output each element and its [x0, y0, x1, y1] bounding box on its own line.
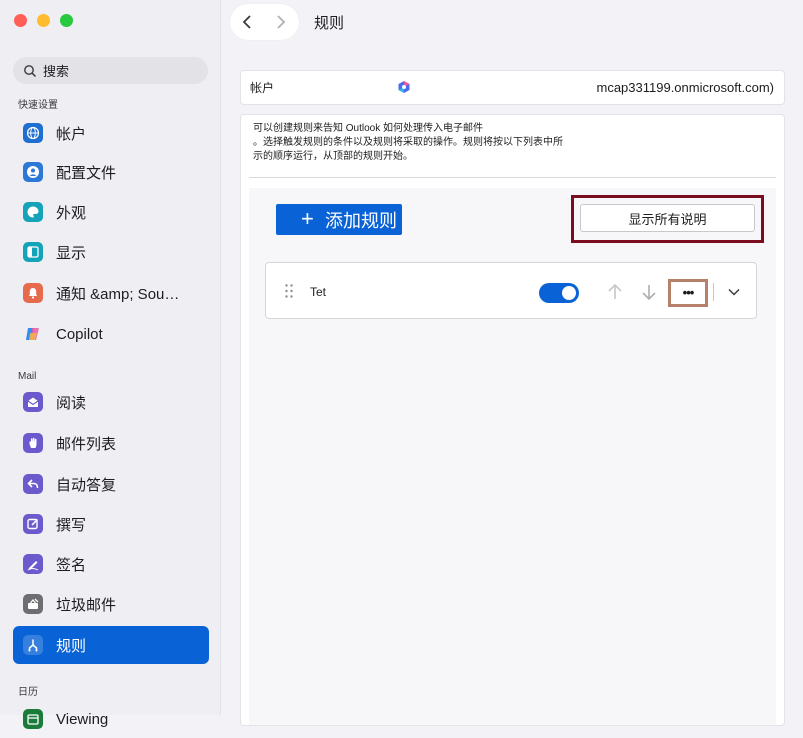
more-options-button[interactable]: •••	[675, 284, 701, 302]
calendar-icon	[23, 709, 43, 729]
divider	[249, 177, 776, 178]
copilot-icon	[23, 324, 43, 344]
rules-list-area: + 添加规则 显示所有说明 Tet •••	[249, 188, 776, 725]
sidebar-item-label: Copilot	[56, 325, 103, 343]
section-quick-settings: 快速设置	[18, 100, 58, 111]
profile-icon	[23, 162, 43, 182]
compose-icon	[23, 514, 43, 534]
junk-icon	[23, 594, 43, 614]
sidebar-item-signature[interactable]: 签名	[13, 545, 209, 583]
account-logo-icon	[398, 81, 410, 93]
globe-icon	[23, 123, 43, 143]
rules-icon	[23, 635, 43, 655]
page-title: 规则	[314, 15, 345, 32]
sidebar-item-label: 阅读	[56, 394, 87, 412]
highlight-frame: •••	[668, 279, 708, 307]
sidebar: 搜索 快速设置 帐户 配置文件 外观 显示 通知 &amp; Sou… Copi…	[0, 0, 221, 729]
sidebar-item-profile[interactable]: 配置文件	[13, 153, 209, 191]
sidebar-item-auto-reply[interactable]: 自动答复	[13, 465, 209, 503]
sidebar-item-compose[interactable]: 撰写	[13, 505, 209, 543]
sidebar-item-label: 配置文件	[56, 164, 117, 182]
chevron-right-icon	[277, 15, 286, 29]
sidebar-item-rules[interactable]: 规则	[13, 626, 209, 664]
rule-name: Tet	[310, 285, 327, 299]
back-button[interactable]	[230, 4, 264, 40]
hand-icon	[23, 433, 43, 453]
sidebar-item-label: 垃圾邮件	[56, 596, 117, 614]
palette-icon	[23, 202, 43, 222]
bell-icon	[23, 283, 43, 303]
highlight-frame: 显示所有说明	[571, 195, 764, 243]
sidebar-item-label: 显示	[56, 244, 87, 262]
account-email: mcap331199.onmicrosoft.com)	[596, 80, 774, 95]
add-rule-button[interactable]: + 添加规则	[276, 204, 402, 235]
sidebar-item-label: 外观	[56, 204, 87, 222]
plus-icon: +	[301, 206, 314, 231]
rule-enabled-toggle[interactable]	[539, 283, 579, 303]
sidebar-item-label: 自动答复	[56, 476, 117, 494]
sidebar-item-accounts[interactable]: 帐户	[13, 114, 209, 152]
sidebar-item-label: 撰写	[56, 516, 87, 534]
close-window-button[interactable]	[14, 14, 27, 27]
toggle-knob	[562, 286, 576, 300]
rules-description: 可以创建规则来告知 Outlook 如何处理传入电子邮件 。选择触发规则的条件以…	[253, 122, 593, 164]
display-icon	[23, 242, 43, 262]
divider	[713, 283, 714, 301]
section-mail: Mail	[18, 371, 37, 382]
sidebar-item-reading[interactable]: 阅读	[13, 383, 209, 421]
add-rule-label: 添加规则	[325, 210, 397, 231]
sidebar-item-appearance[interactable]: 外观	[13, 193, 209, 231]
sidebar-item-message-list[interactable]: 邮件列表	[13, 424, 209, 462]
envelope-open-icon	[23, 392, 43, 412]
move-down-arrow-icon[interactable]	[640, 282, 658, 302]
minimize-window-button[interactable]	[37, 14, 50, 27]
account-label: 帐户	[250, 81, 275, 95]
description-line: 。选择触发规则的条件以及规则将采取的操作。规则将按以下列表中所	[253, 137, 563, 148]
move-up-arrow-icon[interactable]	[606, 282, 624, 302]
signature-icon	[23, 554, 43, 574]
sidebar-item-display[interactable]: 显示	[13, 233, 209, 271]
zoom-window-button[interactable]	[60, 14, 73, 27]
chevron-down-icon[interactable]	[727, 285, 741, 299]
description-line: 可以创建规则来告知 Outlook 如何处理传入电子邮件	[253, 123, 484, 134]
rules-panel: 可以创建规则来告知 Outlook 如何处理传入电子邮件 。选择触发规则的条件以…	[240, 114, 785, 726]
sidebar-item-label: 帐户	[56, 125, 87, 143]
search-placeholder: 搜索	[43, 64, 70, 79]
sidebar-item-copilot[interactable]: Copilot	[13, 315, 209, 353]
sidebar-item-label: 签名	[56, 556, 87, 574]
section-calendar: 日历	[18, 687, 38, 698]
sidebar-item-viewing[interactable]: Viewing	[13, 700, 209, 738]
forward-button[interactable]	[264, 4, 298, 40]
sidebar-item-label: 通知 &amp; Sou…	[56, 285, 180, 303]
sidebar-item-label: 邮件列表	[56, 435, 117, 453]
search-input[interactable]: 搜索	[13, 57, 208, 84]
drag-handle-icon[interactable]	[284, 283, 294, 299]
account-selector[interactable]: 帐户 mcap331199.onmicrosoft.com)	[240, 70, 785, 105]
reply-icon	[23, 474, 43, 494]
show-all-descriptions-button[interactable]: 显示所有说明	[580, 204, 755, 232]
chevron-left-icon	[242, 15, 251, 29]
history-navigation	[230, 4, 299, 40]
sidebar-item-notifications[interactable]: 通知 &amp; Sou…	[13, 274, 209, 312]
sidebar-item-label: 规则	[56, 637, 87, 655]
sidebar-item-label: Viewing	[56, 710, 109, 728]
sidebar-item-junk[interactable]: 垃圾邮件	[13, 585, 209, 623]
rule-row[interactable]: Tet •••	[265, 262, 757, 319]
description-line: 示的顺序运行，从顶部的规则开始。	[253, 151, 413, 162]
search-icon	[24, 64, 37, 77]
